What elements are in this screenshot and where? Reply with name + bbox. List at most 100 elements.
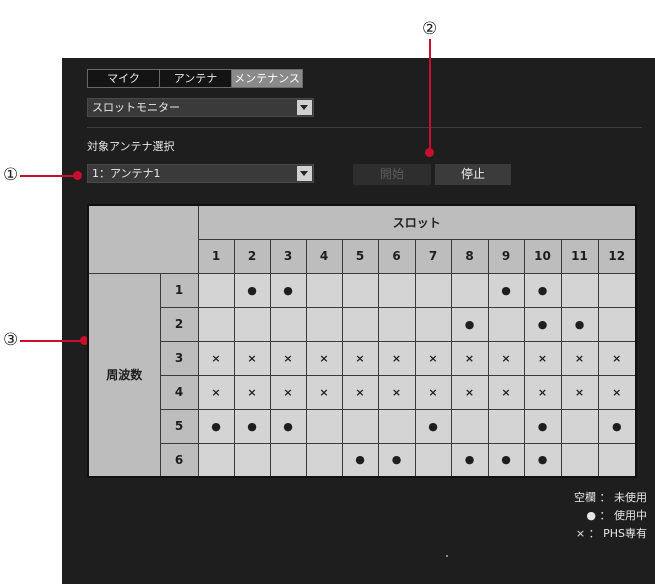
slot-cell	[305, 442, 343, 478]
legend: 空欄 ： 未使用 ● ： 使用中 × ： PHS専有	[574, 489, 647, 543]
tab-maintenance[interactable]: メンテナンス	[231, 69, 303, 88]
slot-cell: ×	[305, 340, 343, 376]
table-row: 5 ● ● ● ● ● ●	[88, 408, 637, 444]
slot-cell: ×	[341, 374, 379, 410]
mode-select[interactable]: スロットモニター	[87, 98, 314, 117]
frequency-number: 2	[159, 306, 199, 342]
callout-1: ①	[3, 165, 19, 185]
frequency-rows: 周波数 1 ● ● ● ● 2 ● ● ● 3 × × × × × × × × × × × × 4 × × × × × × × × × × × × 5 ●…	[87, 272, 637, 478]
start-button[interactable]: 開始	[353, 164, 431, 185]
legend-empty: 空欄 ： 未使用	[574, 491, 647, 504]
slot-cell: ×	[487, 374, 525, 410]
table-row: 周波数 1 ● ● ● ●	[87, 272, 637, 478]
callout-1-dot	[73, 171, 82, 180]
frequency-number: 5	[159, 408, 199, 444]
section-divider	[87, 127, 642, 128]
slot-cell: ×	[450, 340, 489, 376]
slot-cell: ●	[560, 306, 599, 342]
slot-cell: ●	[597, 408, 637, 444]
slot-cell: ●	[377, 442, 416, 478]
slot-cell	[597, 442, 637, 478]
slot-cell: ●	[523, 306, 562, 342]
slot-cell	[414, 306, 452, 342]
slot-number: 4	[305, 238, 343, 274]
slot-cell	[487, 408, 525, 444]
slot-cell	[450, 408, 489, 444]
slot-cell: ●	[450, 442, 489, 478]
slot-cell: ●	[487, 272, 525, 308]
slot-cell: ×	[523, 340, 562, 376]
callout-3-line	[20, 340, 83, 342]
slot-number: 9	[487, 238, 525, 274]
slot-cell: ×	[197, 374, 235, 410]
slot-number: 12	[597, 238, 637, 274]
antenna-select[interactable]: 1：アンテナ1	[87, 164, 314, 183]
slot-number: 3	[269, 238, 307, 274]
slot-cell: ×	[269, 340, 307, 376]
slot-cell: ×	[305, 374, 343, 410]
slot-cell: ●	[233, 272, 271, 308]
slot-cell: ●	[450, 306, 489, 342]
frequency-header: 周波数	[87, 272, 161, 478]
slot-number: 11	[560, 238, 599, 274]
slot-cell: ×	[523, 374, 562, 410]
chevron-down-icon	[297, 166, 312, 181]
slot-cell: ●	[197, 408, 235, 444]
chevron-down-icon	[297, 100, 312, 115]
slot-cell: ×	[377, 374, 416, 410]
slot-cell	[305, 306, 343, 342]
frequency-number: 4	[159, 374, 199, 410]
slot-cell	[341, 408, 379, 444]
slot-monitor-table: スロット 1 2 3 4 5 6 7 8 9 10 11 12 周波数 1 ● ● ● ● 2 ● ● ● 3 × × × × × ×…	[87, 204, 637, 478]
slot-cell	[487, 306, 525, 342]
slot-cell: ×	[450, 374, 489, 410]
tab-antenna[interactable]: アンテナ	[159, 69, 231, 88]
legend-used: ● ： 使用中	[586, 509, 647, 522]
antenna-select-value: 1：アンテナ1	[92, 167, 161, 180]
slot-cell	[560, 272, 599, 308]
antenna-section-label: 対象アンテナ選択	[87, 140, 175, 153]
slot-cell: ×	[341, 340, 379, 376]
slot-cell: ×	[269, 374, 307, 410]
frequency-number: 6	[159, 442, 199, 478]
slot-header: スロット	[197, 204, 637, 240]
slot-cell	[269, 442, 307, 478]
slot-number: 10	[523, 238, 562, 274]
slot-cell	[269, 306, 307, 342]
slot-number: 6	[377, 238, 416, 274]
table-row: 4 × × × × × × × × × × × ×	[88, 374, 637, 410]
slot-cell: ×	[414, 374, 452, 410]
slot-cell: ●	[523, 408, 562, 444]
legend-phs: × ： PHS専有	[575, 527, 647, 540]
slot-cell	[414, 442, 452, 478]
slot-number: 8	[450, 238, 489, 274]
table-row: 6 ● ● ● ● ●	[88, 442, 637, 478]
slot-cell	[233, 442, 271, 478]
slot-cell: ×	[414, 340, 452, 376]
slot-cell: ●	[233, 408, 271, 444]
slot-cell	[197, 306, 235, 342]
slot-cell: ●	[487, 442, 525, 478]
slot-cell	[197, 442, 235, 478]
slot-cell: ●	[523, 272, 562, 308]
tab-mic[interactable]: マイク	[87, 69, 159, 88]
callout-3: ③	[3, 330, 19, 350]
slot-cell: ×	[560, 374, 599, 410]
callout-1-line	[20, 175, 76, 177]
stop-button[interactable]: 停止	[435, 164, 511, 185]
slot-cell	[233, 306, 271, 342]
slot-cell	[560, 408, 599, 444]
slot-cell	[377, 272, 416, 308]
slot-cell	[377, 408, 416, 444]
table-row: 3 × × × × × × × × × × × ×	[88, 340, 637, 376]
slot-cell	[450, 272, 489, 308]
callout-2-line	[429, 39, 431, 151]
slot-number: 5	[341, 238, 379, 274]
slot-cell	[560, 442, 599, 478]
slot-cell: ●	[341, 442, 379, 478]
slot-cell	[197, 272, 235, 308]
slot-cell	[597, 306, 637, 342]
callout-2-dot	[425, 148, 434, 157]
slot-cell	[597, 272, 637, 308]
mode-select-value: スロットモニター	[92, 101, 180, 114]
